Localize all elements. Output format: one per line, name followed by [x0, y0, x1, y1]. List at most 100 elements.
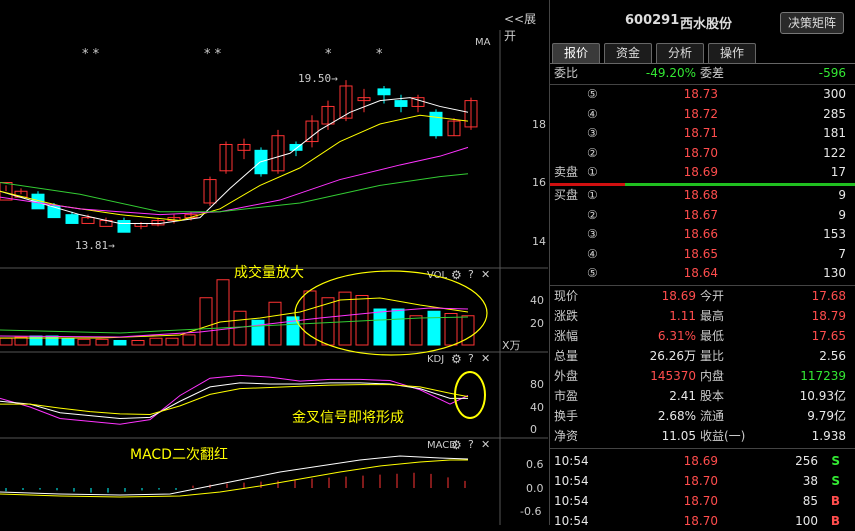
annotation-golden-cross: 金叉信号即将形成 [292, 410, 404, 426]
book-volume: 130 [823, 266, 846, 281]
gear-icon[interactable]: ⚙ [451, 352, 462, 366]
sell-order-row[interactable]: 卖盘 ① 18.69 17 [550, 163, 855, 182]
sell-order-row[interactable]: ② 18.70 122 [550, 144, 855, 163]
buy-order-row[interactable]: ③ 18.66 153 [550, 225, 855, 244]
sell-order-row[interactable]: ③ 18.71 181 [550, 124, 855, 143]
stat-label: 涨跌 [554, 309, 579, 323]
help-icon[interactable]: ? [468, 438, 474, 451]
stat-label: 今开 [700, 289, 725, 303]
annotation-macd: MACD二次翻红 [130, 447, 228, 463]
weicha-value: -596 [818, 66, 846, 80]
book-price: 18.68 [683, 188, 718, 202]
book-volume: 122 [823, 145, 846, 160]
trade-volume: 256 [795, 454, 818, 468]
close-icon[interactable]: ✕ [481, 352, 490, 365]
decision-matrix-button[interactable]: 决策矩阵 [780, 12, 844, 34]
stat-label: 市盈 [554, 389, 579, 403]
book-level: ⑤ [587, 266, 598, 281]
stat-label: 流通 [700, 409, 725, 423]
macd-axis-label: -0.6 [520, 505, 541, 518]
low-price-marker: 13.81→ [75, 239, 115, 252]
book-level: ③ [587, 126, 598, 141]
volume-bar [77, 338, 91, 346]
annotation-volume: 成交量放大 [234, 264, 304, 281]
buy-order-row[interactable]: ② 18.67 9 [550, 206, 855, 225]
trade-row[interactable]: 10:54 18.70 85 B [550, 492, 855, 511]
help-icon[interactable]: ? [468, 268, 474, 281]
stat-value: 11.05 [661, 429, 696, 443]
book-volume: 300 [823, 87, 846, 101]
trade-price: 18.69 [683, 454, 718, 468]
kdj-axis-label: 40 [530, 401, 544, 414]
volume-bar [113, 340, 127, 346]
book-volume: 17 [830, 165, 846, 180]
volume-bar [29, 335, 43, 346]
tab-funds[interactable]: 资金 [604, 43, 652, 64]
price-axis-label: 18 [532, 118, 546, 131]
stat-value: 117239 [800, 369, 846, 383]
stat-value: 1.938 [811, 429, 846, 443]
book-level: ③ [587, 227, 598, 242]
gear-icon[interactable]: ⚙ [451, 268, 462, 282]
candle-body [47, 205, 61, 219]
stat-value: 18.79 [811, 309, 846, 323]
book-level: ④ [587, 106, 598, 121]
quote-header: 600291 西水股份 决策矩阵 [550, 0, 855, 40]
price-axis-label: 16 [532, 176, 546, 189]
volume-bar [131, 340, 145, 346]
stat-label: 外盘 [554, 369, 579, 383]
chart-area[interactable]: 18 16 14 19.50→ 13.81→ * * * * * * MA VOL ⚙? ✕ KDJ ⚙? ✕… [0, 0, 548, 525]
stat-label: 现价 [554, 289, 579, 303]
stat-value: 145370 [650, 369, 696, 383]
stat-value: 10.93亿 [799, 389, 846, 403]
tab-operation[interactable]: 操作 [708, 43, 756, 64]
book-volume: 181 [823, 126, 846, 141]
buy-order-row[interactable]: ⑤ 18.64 130 [550, 264, 855, 283]
kdj-label: KDJ [427, 354, 444, 365]
stock-code: 600291 [625, 13, 680, 28]
stat-row: 现价 18.69 今开 17.68 [550, 287, 855, 306]
tab-quote[interactable]: 报价 [552, 43, 600, 64]
trade-side: S [831, 454, 840, 468]
stat-label: 量比 [700, 349, 725, 363]
stat-row: 总量 26.26万 量比 2.56 [550, 347, 855, 366]
trade-row[interactable]: 10:54 18.69 256 S [550, 452, 855, 471]
book-level: ① [587, 188, 598, 202]
stat-value: 26.26万 [649, 349, 696, 363]
book-level: ② [587, 207, 598, 222]
stat-label: 收益(一) [700, 429, 746, 443]
close-icon[interactable]: ✕ [481, 268, 490, 281]
sell-order-row[interactable]: ⑤ 18.73 300 [550, 85, 855, 104]
gear-icon[interactable]: ⚙ [451, 438, 462, 452]
book-level: ⑤ [587, 87, 598, 101]
trade-row[interactable]: 10:54 18.70 100 B [550, 512, 855, 531]
book-volume: 9 [838, 188, 846, 202]
volume-bar [427, 310, 441, 346]
stat-value: 17.65 [811, 329, 846, 343]
volume-bar [182, 334, 196, 346]
tab-analysis[interactable]: 分析 [656, 43, 704, 64]
expand-button[interactable]: <<展开 [504, 10, 548, 44]
book-price: 18.67 [683, 207, 718, 222]
chart-canvas[interactable]: 18161419.50→13.81→* * * * * *MAVOL ⚙? ✕KDJ ⚙? ✕… [0, 0, 548, 525]
close-icon[interactable]: ✕ [481, 438, 490, 451]
stat-value: 2.41 [669, 389, 696, 403]
stat-row: 市盈 2.41 股本 10.93亿 [550, 387, 855, 406]
volume-bar [199, 297, 213, 346]
trade-volume: 85 [802, 494, 818, 508]
stat-row: 外盘 145370 内盘 117239 [550, 367, 855, 386]
help-icon[interactable]: ? [468, 352, 474, 365]
trade-row[interactable]: 10:54 18.70 38 S [550, 472, 855, 491]
stat-label: 股本 [700, 389, 725, 403]
trade-price: 18.70 [683, 474, 718, 488]
stat-label: 净资 [554, 429, 579, 443]
weibi-row: 委比 -49.20% 委差 -596 [550, 64, 855, 83]
volume-bar [61, 337, 75, 346]
trade-price: 18.70 [683, 514, 718, 528]
sell-order-row[interactable]: ④ 18.72 285 [550, 105, 855, 124]
signal-star-mark: * [325, 47, 332, 62]
buy-order-row[interactable]: 买盘 ① 18.68 9 [550, 186, 855, 205]
buy-order-row[interactable]: ④ 18.65 7 [550, 245, 855, 264]
book-level: ② [587, 145, 598, 160]
vol-unit-label: X万 [502, 339, 521, 352]
